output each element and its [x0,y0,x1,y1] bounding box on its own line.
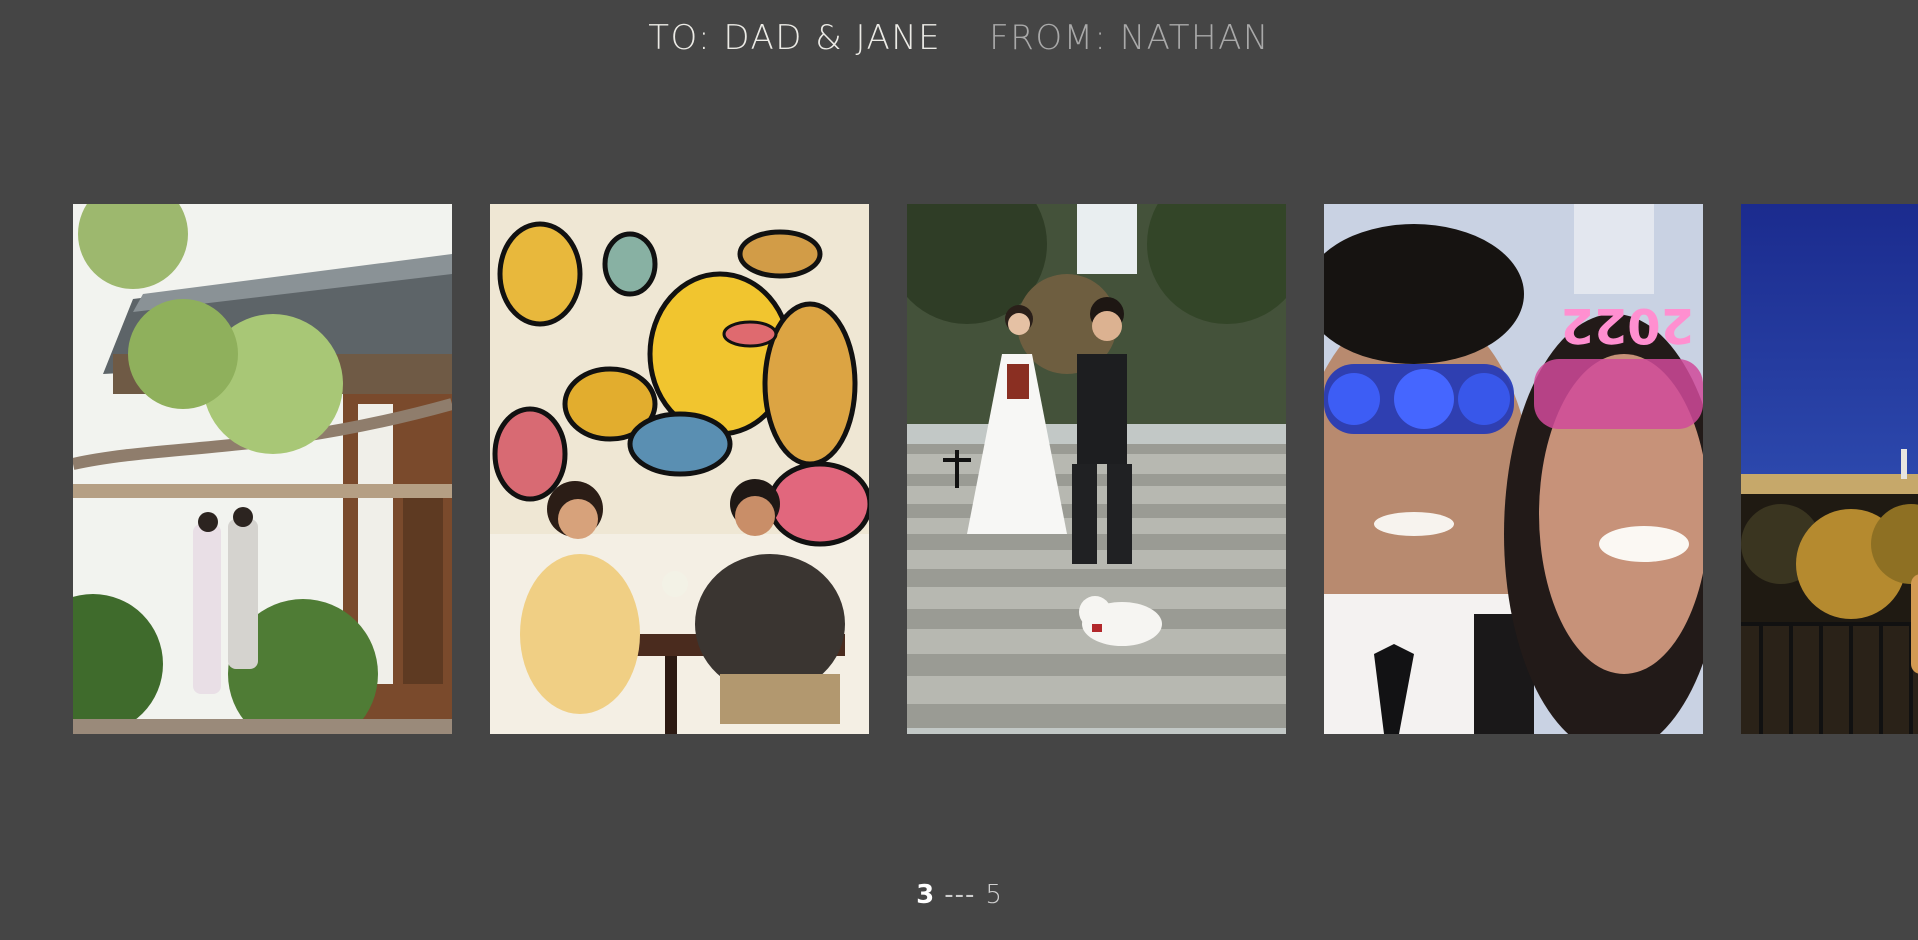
slide-pager: 3 --- 5 [0,880,1918,910]
svg-text:2022: 2022 [1560,297,1694,353]
wedding-stairs-photo [907,204,1286,734]
hanok-couple-photo [73,204,452,734]
photo-hanok-couple[interactable] [73,204,452,734]
dedication-header: TO: DAD & JANE FROM: NATHAN [0,18,1918,58]
total-slide-count: 5 [985,880,1002,910]
new-year-selfie-photo: 2022 [1324,204,1703,734]
cafe-mural-photo [490,204,869,734]
slideshow-stage: TO: DAD & JANE FROM: NATHAN 2022 3 --- 5 [0,0,1918,940]
current-slide-number: 3 [916,880,935,910]
to-recipients: TO: DAD & JANE [648,18,942,58]
photo-strip[interactable]: 2022 [73,204,1918,734]
photo-cafe-mural[interactable] [490,204,869,734]
pager-separator: --- [944,880,976,910]
night-city-photo [1741,204,1918,734]
photo-new-year-selfie[interactable]: 2022 [1324,204,1703,734]
photo-night-city[interactable] [1741,204,1918,734]
photo-wedding-stairs[interactable] [907,204,1286,734]
from-sender: FROM: NATHAN [989,18,1270,58]
